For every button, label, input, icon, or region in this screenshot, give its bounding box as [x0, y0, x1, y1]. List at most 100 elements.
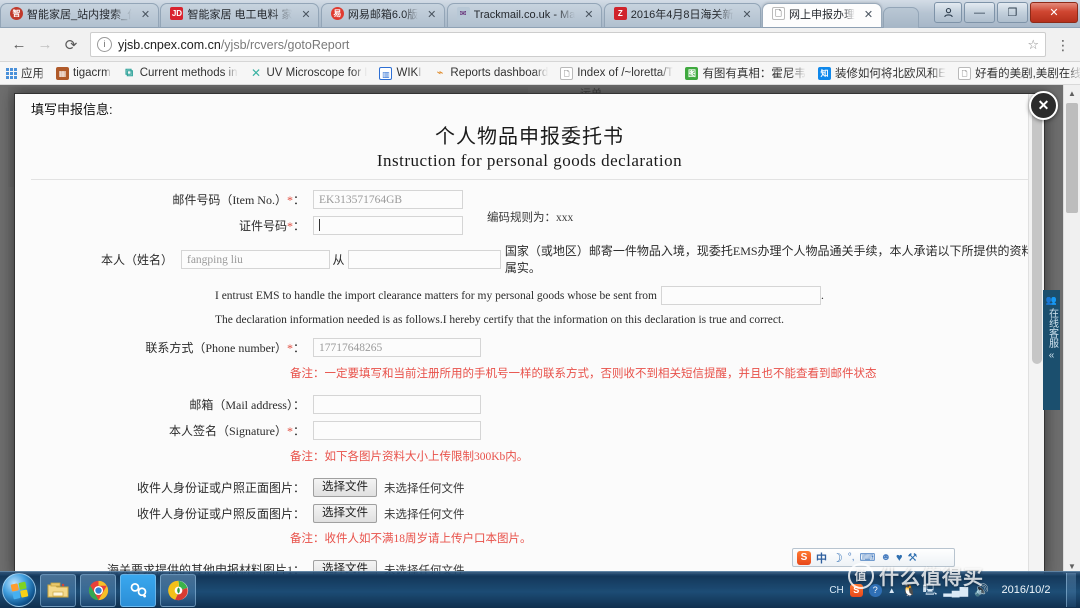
- phone-note-row: 备注：一定要填写和当前注册所用的手机号一样的联系方式，否则收不到相关短信提醒，并…: [15, 365, 1044, 381]
- tab-close-icon[interactable]: ✕: [425, 4, 438, 27]
- tab-close-icon[interactable]: ✕: [299, 4, 312, 27]
- tab-close-icon[interactable]: ✕: [139, 4, 152, 27]
- bookmark-label: UV Microscope for I: [266, 67, 368, 79]
- signature-label: 本人签名（Signature）*：: [168, 424, 305, 438]
- mail-input[interactable]: [313, 395, 481, 414]
- document-title-en: Instruction for personal goods declarati…: [376, 151, 683, 170]
- name-label: 本人（姓名）: [15, 251, 181, 268]
- online-service-tab[interactable]: 👥 在线客服 «: [1043, 290, 1060, 410]
- browser-tab-active[interactable]: 🗋 网上申报办理 ✕: [761, 3, 882, 27]
- form-row-upload: 收件人身份证或户照反面图片： 选择文件 未选择任何文件: [15, 504, 1044, 523]
- bookmark-item[interactable]: ⧉ Current methods in: [123, 67, 237, 80]
- browser-tab[interactable]: JD 智能家居 电工电料 家 ✕: [160, 3, 320, 27]
- country-input[interactable]: [347, 249, 501, 269]
- tab-title: 智能家居 电工电料 家: [187, 9, 293, 21]
- modal-scrollbar[interactable]: [1028, 94, 1044, 574]
- reload-arrow-icon[interactable]: ⟳: [58, 32, 84, 58]
- show-desktop-button[interactable]: [1066, 573, 1076, 607]
- taskbar-baidu-cloud[interactable]: [120, 573, 156, 607]
- required-asterisk: *: [286, 193, 293, 207]
- choose-file-button[interactable]: 选择文件: [313, 478, 377, 497]
- back-arrow-icon[interactable]: ←: [6, 32, 32, 58]
- close-modal-button[interactable]: ✕: [1029, 91, 1058, 120]
- minimize-button[interactable]: —: [964, 2, 995, 23]
- text-caret: [319, 219, 320, 231]
- browser-tab[interactable]: Z 2016年4月8日海关新 ✕: [603, 3, 761, 27]
- sogou-logo-icon[interactable]: S: [797, 550, 811, 565]
- bookmark-apps[interactable]: 应用: [6, 65, 44, 81]
- browser-toolbar: ← → ⟳ i yjsb.cnpex.com.cn/yjsb/rcvers/go…: [0, 28, 1080, 62]
- window-controls: — ❐ ✕: [933, 0, 1080, 25]
- user-profile-button[interactable]: [934, 2, 962, 23]
- bookmark-star-icon[interactable]: ☆: [1027, 37, 1039, 53]
- taskbar-clock[interactable]: 2016/10/2: [995, 584, 1057, 597]
- tray-language-indicator[interactable]: CH: [829, 585, 843, 596]
- bookmark-item[interactable]: 图 有图有真相：霍尼韦: [685, 65, 806, 81]
- taskbar-google-chrome[interactable]: [80, 573, 116, 607]
- tab-close-icon[interactable]: ✕: [741, 4, 754, 27]
- new-tab-button[interactable]: [883, 7, 920, 28]
- url-path: /yjsb/rcvers/gotoReport: [220, 37, 350, 52]
- browser-tab[interactable]: 智智能家居_站内搜索_什 ✕: [0, 3, 159, 27]
- address-bar[interactable]: i yjsb.cnpex.com.cn/yjsb/rcvers/gotoRepo…: [90, 32, 1046, 57]
- mail-label-text: 邮箱（Mail address）: [189, 398, 293, 412]
- scroll-up-arrow-icon[interactable]: ▲: [1064, 85, 1080, 101]
- image-size-note-row: 备注：如下各图片资料大小上传限制300Kb内。: [15, 448, 1044, 464]
- bookmark-item[interactable]: ⌁ Reports dashboard: [433, 67, 549, 80]
- moon-icon[interactable]: ☽: [832, 551, 843, 565]
- site-info-icon[interactable]: i: [97, 37, 112, 52]
- collapse-arrow-icon[interactable]: «: [1049, 350, 1055, 362]
- maximize-button[interactable]: ❐: [997, 2, 1028, 23]
- signature-input[interactable]: [313, 421, 481, 440]
- bookmark-item[interactable]: 🗋 好看的美剧,美剧在线: [958, 65, 1080, 81]
- tab-title: 2016年4月8日海关新: [630, 9, 734, 21]
- x-icon: ✕: [250, 66, 262, 80]
- browser-tab[interactable]: ✉ Trackmail.co.uk - Ma ✕: [446, 3, 603, 27]
- chrome-menu-icon[interactable]: ⋮: [1052, 38, 1074, 52]
- taskbar-file-explorer[interactable]: [40, 573, 76, 607]
- file-status: 未选择任何文件: [384, 482, 465, 495]
- browser-tab[interactable]: 易网易邮箱6.0版 ✕: [320, 3, 446, 27]
- choose-file-button[interactable]: 选择文件: [313, 504, 377, 523]
- taskbar-kingsoft[interactable]: [160, 573, 196, 607]
- required-asterisk: *: [286, 424, 293, 438]
- english-country-input[interactable]: [661, 286, 821, 305]
- modal-scrollbar-thumb[interactable]: [1032, 96, 1042, 364]
- page-scrollbar[interactable]: ▲ ▼: [1063, 85, 1080, 574]
- kingsoft-icon: [167, 580, 188, 600]
- sentence-tail: 国家（或地区）邮寄一件物品入境，现委托EMS办理个人物品通关手续，本人承诺以下所…: [504, 244, 1034, 275]
- tab-title: 网上申报办理: [788, 9, 855, 21]
- green-icon: 图: [685, 66, 699, 80]
- phone-input[interactable]: 17717648265: [313, 338, 481, 357]
- chrome-browser-window: 智智能家居_站内搜索_什 ✕ JD 智能家居 电工电料 家 ✕ 易网易邮箱6.0版 ✕ …: [0, 0, 1080, 574]
- mail-label: 邮箱（Mail address）：: [189, 398, 305, 412]
- windows-flag-icon: [10, 581, 28, 599]
- bookmark-item[interactable]: 知 装修如何将北欧风和E: [817, 65, 946, 81]
- item-no-input[interactable]: EK313571764GB: [313, 190, 463, 209]
- tab-favicon-icon: 🗋: [771, 7, 785, 20]
- bookmark-label: tigacrm: [73, 67, 111, 79]
- ime-mode-label[interactable]: 中: [816, 550, 827, 566]
- zhihu-icon: 知: [817, 66, 831, 80]
- id-no-input[interactable]: [313, 216, 463, 235]
- page-scrollbar-thumb[interactable]: [1066, 103, 1078, 213]
- tigacrm-icon: ▦: [56, 66, 69, 80]
- english-text-2: The declaration information needed is as…: [215, 314, 785, 326]
- tab-close-icon[interactable]: ✕: [862, 4, 875, 27]
- windows-start-orb-icon[interactable]: [2, 573, 36, 607]
- english-text-b: .: [821, 289, 824, 302]
- tab-strip: 智智能家居_站内搜索_什 ✕ JD 智能家居 电工电料 家 ✕ 易网易邮箱6.0版 ✕ …: [0, 3, 920, 28]
- bookmark-item[interactable]: ▦ tigacrm: [56, 66, 111, 80]
- form-row-signature: 本人签名（Signature）*：: [15, 421, 1044, 440]
- bookmark-item[interactable]: 🗋 Index of /~loretta/T: [560, 66, 673, 80]
- bookmark-item[interactable]: ▥ WIKI: [379, 66, 421, 80]
- english-sentence-2: The declaration information needed is as…: [215, 314, 1044, 326]
- tab-close-icon[interactable]: ✕: [582, 4, 595, 27]
- english-sentence-1: I entrust EMS to handle the import clear…: [215, 286, 1044, 305]
- id-no-label-text: 证件号码: [238, 219, 287, 233]
- name-input[interactable]: fangping liu: [181, 249, 330, 269]
- bookmark-item[interactable]: ✕ UV Microscope for I: [250, 67, 368, 80]
- close-window-button[interactable]: ✕: [1030, 2, 1078, 23]
- phone-label: 联系方式（Phone number）*：: [145, 341, 305, 355]
